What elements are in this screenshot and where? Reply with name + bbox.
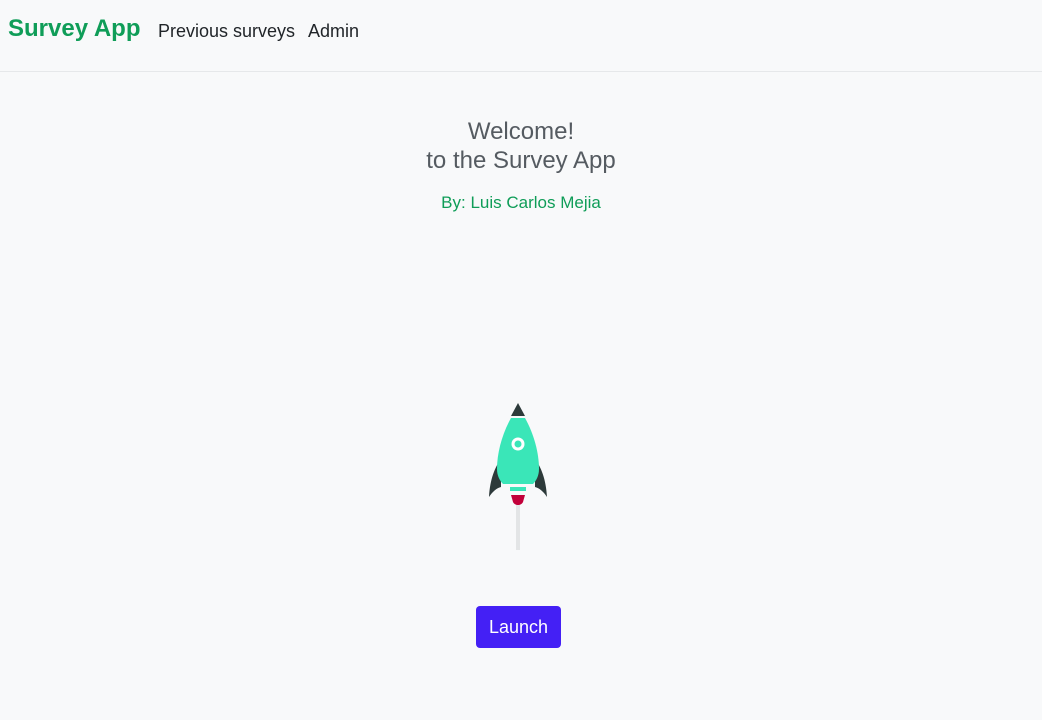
nav-link-admin[interactable]: Admin bbox=[308, 21, 359, 42]
rocket-nozzle bbox=[510, 487, 526, 491]
brand-link[interactable]: Survey App bbox=[8, 15, 140, 43]
rocket-icon bbox=[489, 403, 547, 550]
welcome-heading: Welcome! bbox=[467, 118, 575, 145]
navbar: Survey App Previous surveys Admin bbox=[0, 0, 1042, 72]
launch-button[interactable]: Launch bbox=[476, 606, 561, 648]
nav-link-previous-surveys[interactable]: Previous surveys bbox=[158, 21, 295, 42]
welcome-subheading: to the Survey App bbox=[426, 147, 616, 174]
rocket-trail bbox=[516, 501, 520, 550]
author-credit: By: Luis Carlos Mejia bbox=[441, 193, 601, 212]
rocket-flame bbox=[511, 495, 525, 505]
rocket-body bbox=[497, 418, 539, 484]
rocket-nose bbox=[511, 403, 525, 416]
